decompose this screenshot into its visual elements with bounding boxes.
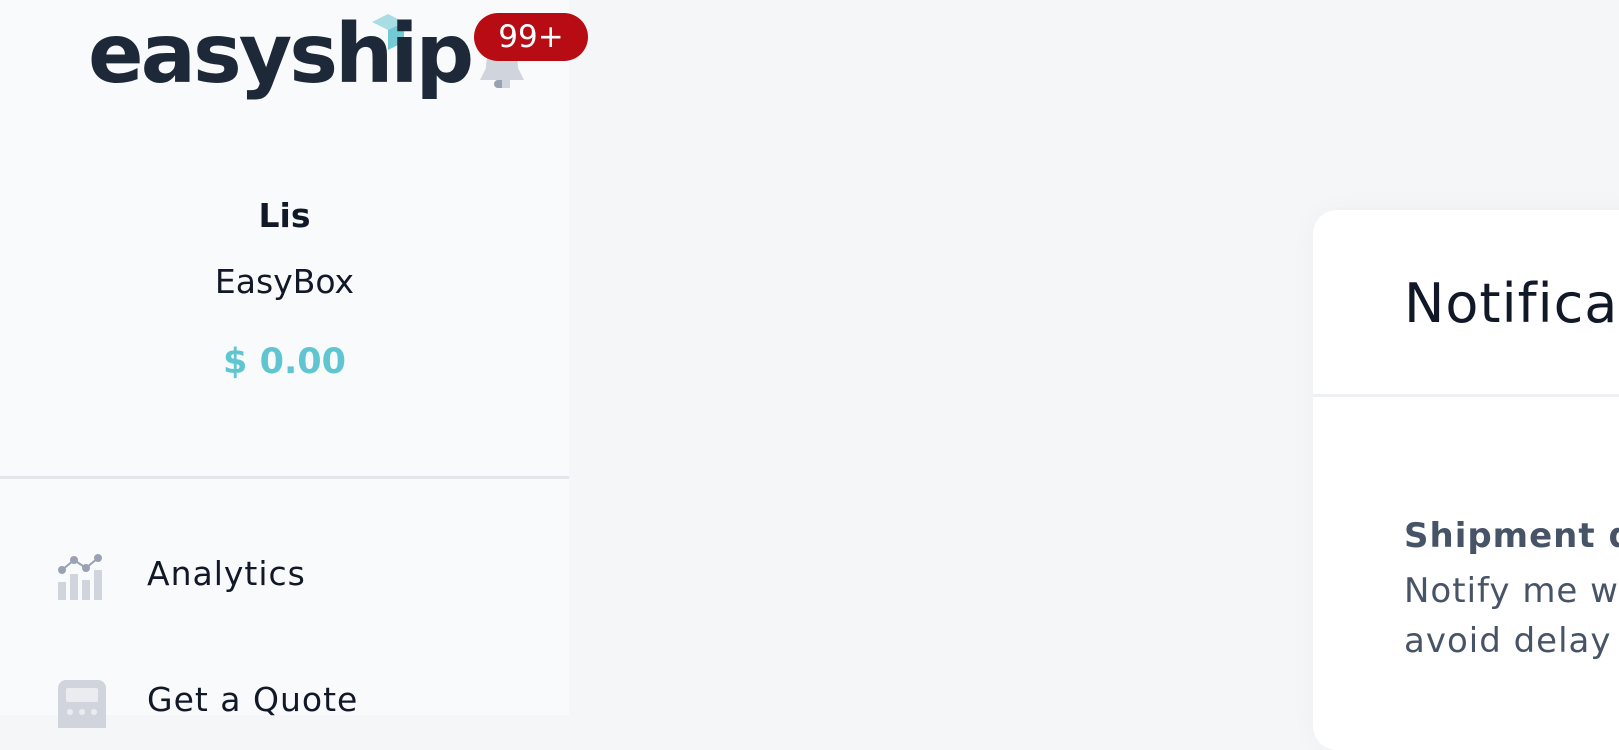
calculator-icon: [58, 680, 106, 728]
card-divider: [1313, 394, 1619, 397]
sidebar-item-get-a-quote[interactable]: Get a Quote: [0, 672, 569, 732]
page-title: Notifica: [1404, 272, 1619, 335]
account-balance[interactable]: $ 0.00: [0, 342, 569, 382]
sidebar-item-label: Get a Quote: [147, 680, 359, 719]
sidebar-item-analytics[interactable]: Analytics: [0, 546, 569, 606]
sidebar: easyship 99+ Lis EasyBox $ 0.00 Analytic…: [0, 0, 588, 728]
easyship-logo[interactable]: easyship: [88, 7, 474, 110]
logo-wordmark: easyship: [88, 7, 474, 102]
sidebar-item-label: Analytics: [147, 554, 306, 593]
user-name: Lis: [258, 196, 311, 235]
company-name: EasyBox: [214, 262, 355, 301]
setting-title: Shipment d: [1404, 516, 1619, 556]
notification-badge[interactable]: 99+: [474, 13, 588, 61]
sidebar-divider: [0, 476, 569, 479]
setting-description: Notify me wl avoid delay c: [1404, 571, 1619, 661]
notifications-card: Notifica Shipment d Notify me wl avoid d…: [1313, 210, 1619, 750]
analytics-icon: [58, 554, 102, 600]
